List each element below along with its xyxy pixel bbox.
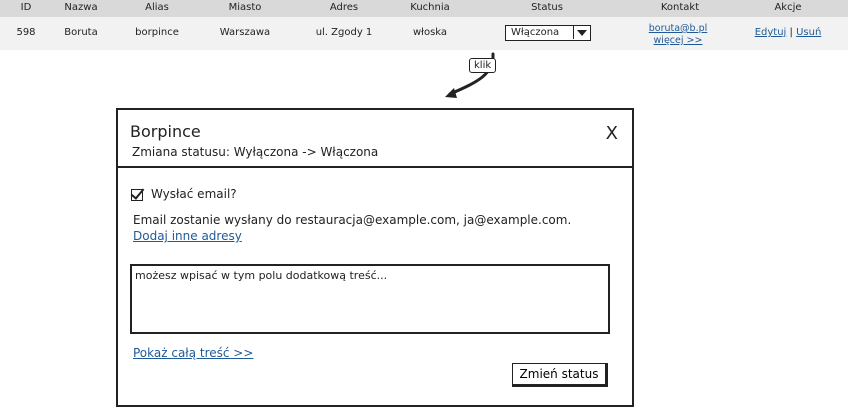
dialog-subtitle: Zmiana statusu: Wyłączona -> Włączona — [132, 145, 379, 159]
send-email-label: Wysłać email? — [151, 187, 237, 201]
column-header-actions: Akcje — [774, 2, 802, 13]
cell-name: Boruta — [64, 27, 98, 38]
column-header-cuisine: Kuchnia — [410, 2, 450, 13]
column-header-status: Status — [531, 2, 563, 13]
contact-email-link[interactable]: boruta@b.pl — [649, 23, 708, 34]
cell-actions: Edytuj | Usuń — [755, 27, 822, 38]
contact-more-link[interactable]: więcej >> — [654, 35, 703, 46]
cell-city: Warszawa — [219, 27, 271, 38]
show-full-message-link[interactable]: Pokaż całą treść >> — [133, 346, 253, 360]
cell-alias: borpince — [135, 27, 179, 38]
status-select-value: Włączona — [511, 27, 560, 38]
delete-link[interactable]: Usuń — [796, 27, 821, 38]
email-recipients-info: Email zostanie wysłany do restauracja@ex… — [133, 213, 572, 227]
send-email-checkbox[interactable] — [131, 189, 143, 201]
cell-contact: boruta@b.pl więcej >> — [649, 23, 708, 47]
column-header-city: Miasto — [228, 2, 262, 13]
status-change-dialog: Borpince Zmiana statusu: Wyłączona -> Wł… — [116, 108, 634, 407]
change-status-button[interactable]: Zmień status — [512, 363, 608, 387]
column-header-alias: Alias — [145, 2, 169, 13]
click-annotation: klik — [469, 58, 497, 73]
extra-message-textarea[interactable] — [130, 264, 610, 334]
chevron-down-icon[interactable] — [573, 26, 590, 39]
column-header-id: ID — [20, 2, 32, 13]
table-row: 598 Boruta borpince Warszawa ul. Zgody 1… — [0, 17, 848, 50]
status-select[interactable]: Włączona — [505, 25, 591, 41]
actions-separator: | — [789, 27, 793, 38]
column-header-name: Nazwa — [64, 2, 98, 13]
table-header: ID Nazwa Alias Miasto Adres Kuchnia Stat… — [0, 0, 848, 17]
cell-id: 598 — [16, 27, 36, 38]
close-icon[interactable]: X — [606, 123, 618, 144]
dialog-title: Borpince — [130, 122, 201, 141]
add-addresses-link[interactable]: Dodaj inne adresy — [133, 229, 242, 243]
dialog-divider — [118, 166, 632, 168]
column-header-address: Adres — [329, 2, 359, 13]
column-header-contact: Kontakt — [660, 2, 700, 13]
cell-cuisine: włoska — [412, 27, 448, 38]
cell-address: ul. Zgody 1 — [315, 27, 373, 38]
edit-link[interactable]: Edytuj — [755, 27, 787, 38]
